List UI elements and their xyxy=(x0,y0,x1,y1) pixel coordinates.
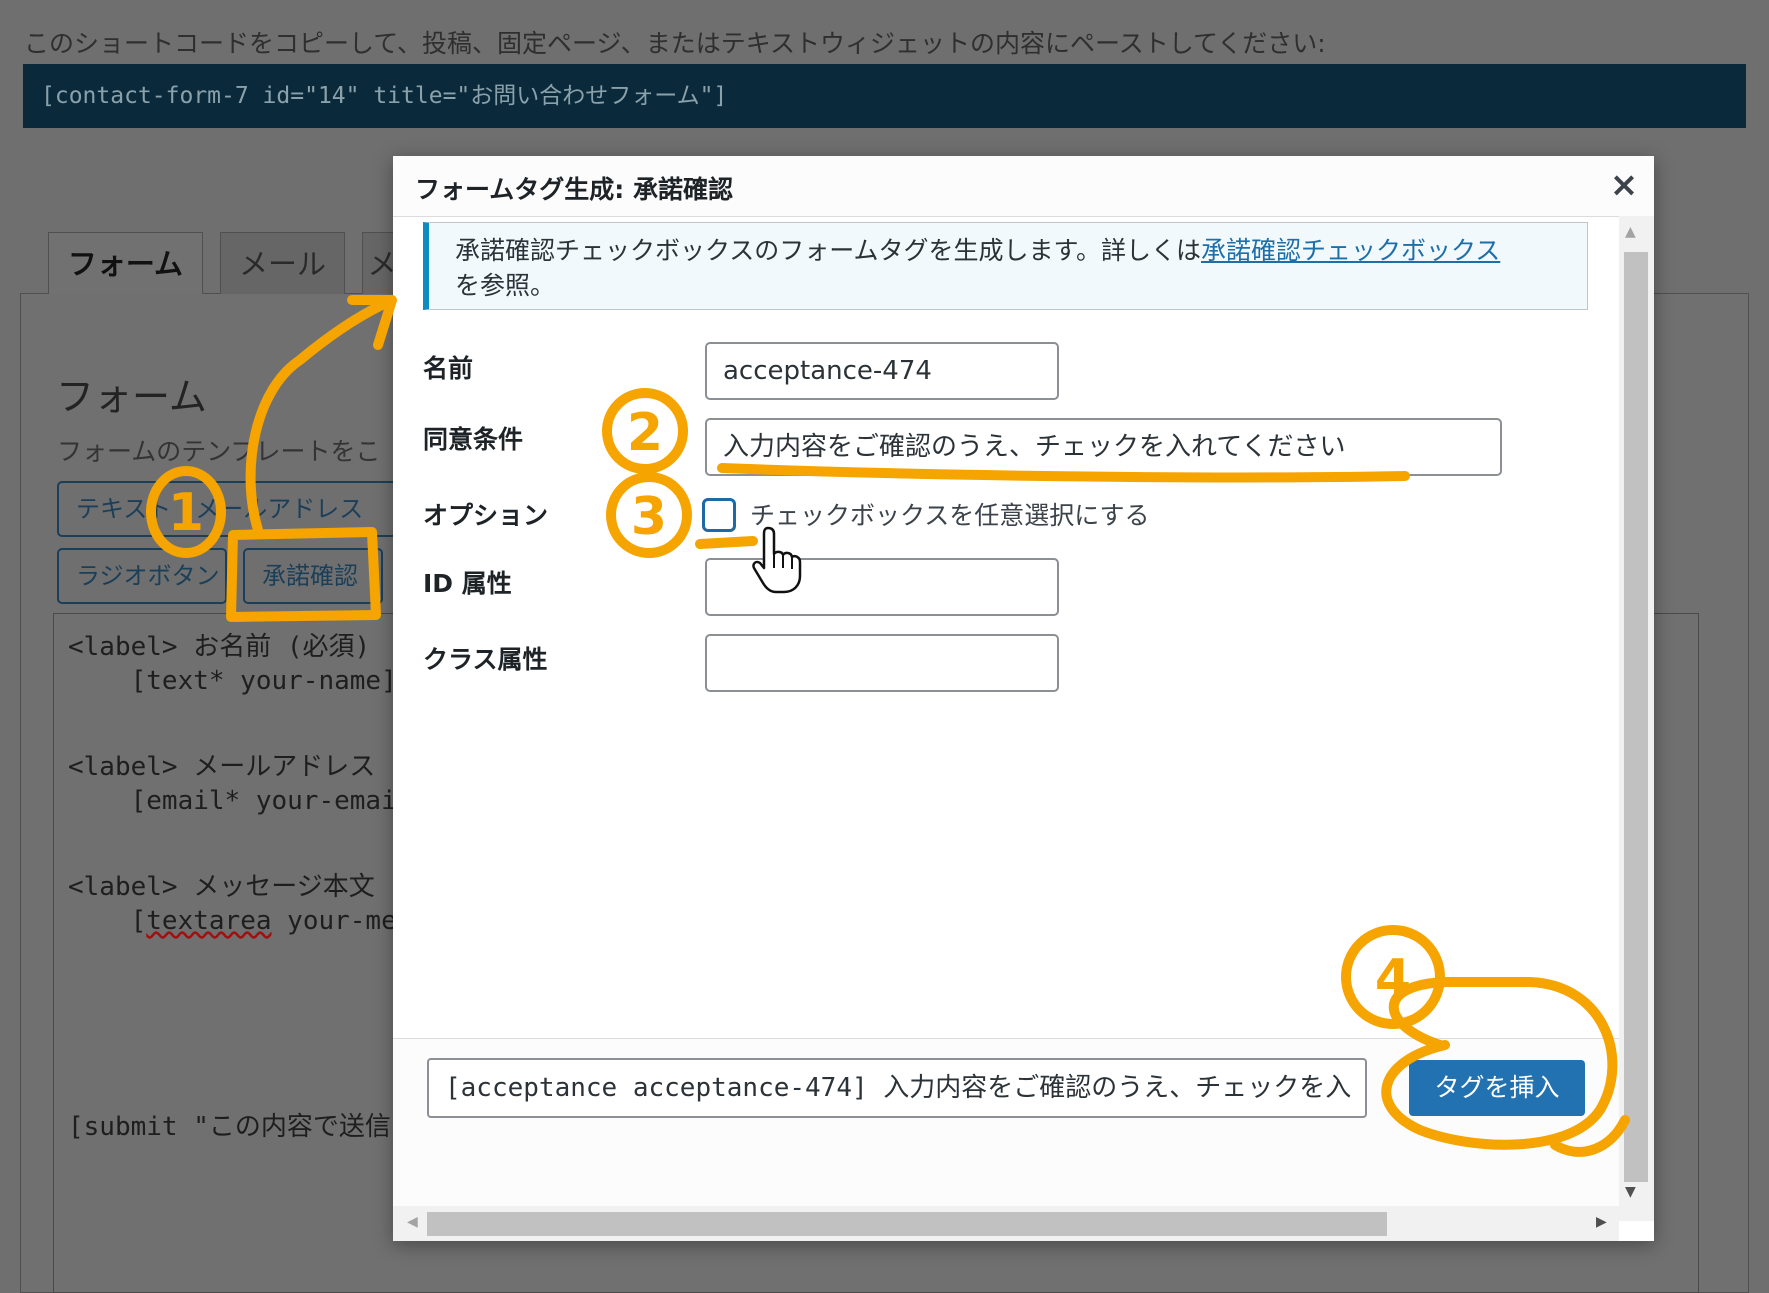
optional-checkbox[interactable] xyxy=(702,498,736,532)
hand-pointer-icon xyxy=(752,526,802,594)
tag-output-field[interactable]: [acceptance acceptance-474] 入力内容をご確認のうえ、… xyxy=(427,1058,1367,1118)
tag-button-radio[interactable]: ラジオボタン xyxy=(57,548,227,604)
tag-button-text-email[interactable]: テキスト メールアドレス xyxy=(57,481,397,537)
editor-line: <label> メッセージ本文 xyxy=(68,872,375,902)
id-attr-label: ID 属性 xyxy=(423,569,512,598)
close-icon[interactable]: × xyxy=(1605,166,1643,204)
class-attr-label: クラス属性 xyxy=(423,645,548,674)
scroll-right-icon[interactable]: ▶ xyxy=(1596,1214,1607,1230)
editor-line: <label> メールアドレス xyxy=(68,752,376,782)
scroll-down-icon[interactable]: ▼ xyxy=(1625,1184,1636,1200)
tag-generator-dialog: フォームタグ生成: 承諾確認 × 承諾確認チェックボックスのフォームタグを生成し… xyxy=(393,156,1654,1241)
notice-text: 承諾確認チェックボックスのフォームタグを生成します。詳しくは xyxy=(455,236,1202,265)
name-label: 名前 xyxy=(423,354,474,383)
tag-button-acceptance[interactable]: 承諾確認 xyxy=(243,548,383,604)
horizontal-scroll-thumb[interactable] xyxy=(427,1212,1387,1236)
scroll-left-icon[interactable]: ◀ xyxy=(407,1214,418,1230)
optional-checkbox-label[interactable]: チェックボックスを任意選択にする xyxy=(750,496,1150,532)
scroll-up-icon[interactable]: ▲ xyxy=(1625,224,1636,240)
editor-line: [submit "この内容で送信 xyxy=(68,1112,391,1142)
editor-line: [email* your-emai xyxy=(68,786,397,816)
editor-text: [ xyxy=(68,906,147,936)
option-label: オプション xyxy=(423,501,549,530)
spellcheck-word: textarea xyxy=(146,906,272,936)
editor-line: [textarea your-me xyxy=(68,906,397,936)
dialog-titlebar: フォームタグ生成: 承諾確認 × xyxy=(393,156,1654,217)
info-notice: 承諾確認チェックボックスのフォームタグを生成します。詳しくは承諾確認チェックボッ… xyxy=(423,222,1588,310)
vertical-scroll-thumb[interactable] xyxy=(1624,252,1648,1182)
editor-line: <label> お名前 (必須) xyxy=(68,632,371,662)
shortcode-instruction: このショートコードをコピーして、投稿、固定ページ、またはテキストウィジェットの内… xyxy=(24,29,1326,58)
tab-mail[interactable]: メール xyxy=(220,232,345,294)
form-heading: フォーム xyxy=(56,375,207,419)
form-description: フォームのテンプレートをこ xyxy=(57,437,381,466)
editor-text: your-me xyxy=(271,906,397,936)
dialog-title: フォームタグ生成: 承諾確認 xyxy=(415,175,733,204)
name-input[interactable]: acceptance-474 xyxy=(705,342,1059,400)
acceptance-help-link[interactable]: 承諾確認チェックボックス xyxy=(1201,236,1500,265)
tab-form[interactable]: フォーム xyxy=(48,232,203,294)
insert-tag-button[interactable]: タグを挿入 xyxy=(1409,1060,1585,1116)
class-attr-input[interactable] xyxy=(705,634,1059,692)
notice-suffix: を参照。 xyxy=(455,271,556,300)
condition-input[interactable]: 入力内容をご確認のうえ、チェックを入れてください xyxy=(705,418,1502,476)
editor-line: [text* your-name] xyxy=(68,666,397,696)
condition-label: 同意条件 xyxy=(423,425,524,454)
shortcode-field[interactable]: [contact-form-7 id="14" title="お問い合わせフォー… xyxy=(23,64,1746,128)
